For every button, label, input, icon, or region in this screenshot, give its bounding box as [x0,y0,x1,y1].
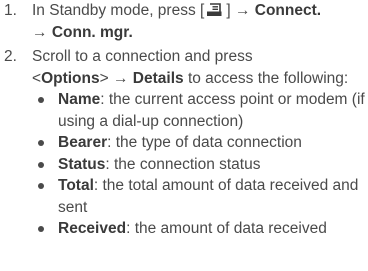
item-term: Total [58,177,94,194]
list-item: Name: the current access point or modem … [32,89,368,132]
bullet-icon [38,226,44,232]
details-option: Details [132,69,184,87]
item-description: : the type of data connection [107,134,302,151]
list-item: Bearer: the type of data connection [32,132,368,154]
details-list: Name: the current access point or modem … [32,89,368,240]
step-text: In Standby mode, press [ [32,2,205,19]
options-softkey: Options [41,69,100,87]
step-number: 1. [4,2,17,19]
item-term: Bearer [58,134,108,151]
bullet-icon [38,183,44,189]
bullet-icon [38,140,44,146]
step-text: < [32,69,42,87]
menu-key-icon [207,3,222,16]
menu-path-conn-mgr: Conn. mgr. [51,23,133,41]
item-description: : the connection status [105,155,261,173]
arrow-text: → [32,23,52,41]
step-text: > → [99,69,133,87]
step-2: 2. Scroll to a connection and press <Opt… [0,46,368,240]
bullet-icon [38,97,44,103]
item-description: : the amount of data received [126,220,327,237]
list-item: Status: the connection status [32,154,368,176]
step-text: to access the following: [183,69,349,87]
item-term: Received [58,220,127,237]
menu-path-connect: Connect. [254,2,322,19]
list-item: Received: the amount of data received [32,218,368,240]
item-term: Status [58,155,106,173]
item-description: : the current access point or modem (if … [58,91,365,130]
step-text: ] → [226,2,255,19]
step-text: Scroll to a connection and press [32,48,253,65]
instructions-document: 1. In Standby mode, press [ ] → Connect.… [0,0,368,240]
step-1: 1. In Standby mode, press [ ] → Connect.… [0,0,368,43]
step-number: 2. [4,48,17,65]
list-item: Total: the total amount of data received… [32,175,368,218]
item-term: Name [58,91,101,108]
item-description: : the total amount of data received and … [58,177,359,216]
bullet-icon [38,161,44,168]
